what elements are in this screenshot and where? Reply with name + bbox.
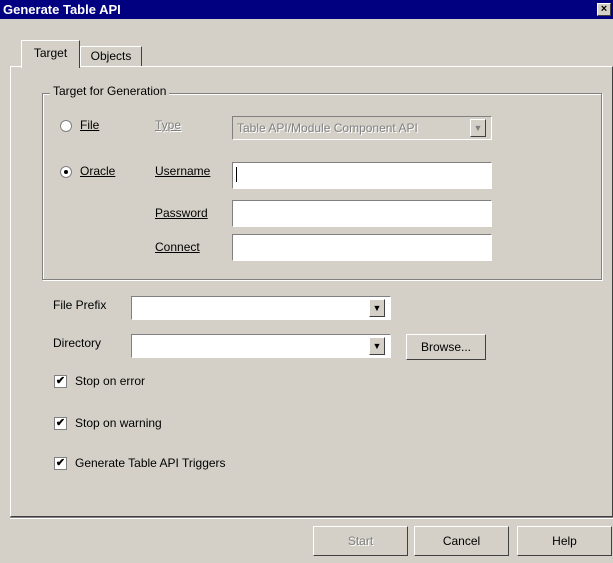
group-legend: Target for Generation (50, 84, 170, 98)
oracle-radio-label[interactable]: Oracle (80, 164, 115, 178)
tab-objects-label: Objects (90, 49, 132, 63)
file-radio-label[interactable]: File (80, 118, 99, 132)
type-dropdown-icon: ▼ (470, 119, 486, 137)
tab-objects[interactable]: Objects (80, 46, 142, 66)
close-icon[interactable]: × (597, 3, 611, 16)
username-label: Username (155, 164, 211, 178)
help-button[interactable]: Help (517, 526, 612, 556)
type-combo: Table API/Module Component API ▼ (232, 116, 492, 140)
file-radio[interactable] (60, 120, 72, 132)
cancel-button[interactable]: Cancel (414, 526, 509, 556)
directory-combo[interactable]: ▼ (131, 334, 391, 358)
connect-field[interactable] (232, 234, 492, 261)
stop-on-error-checkbox[interactable]: ✔ (54, 375, 67, 388)
type-value: Table API/Module Component API (237, 121, 418, 135)
oracle-radio[interactable] (60, 166, 72, 178)
password-label: Password (155, 206, 208, 220)
file-prefix-dropdown-icon[interactable]: ▼ (369, 299, 385, 317)
text-cursor (236, 167, 237, 182)
tab-target[interactable]: Target (21, 40, 80, 68)
password-field[interactable] (232, 200, 492, 227)
directory-dropdown-icon[interactable]: ▼ (369, 337, 385, 355)
stop-on-warning-label[interactable]: Stop on warning (75, 416, 162, 430)
separator (10, 517, 613, 519)
file-prefix-label: File Prefix (53, 298, 107, 312)
connect-label: Connect (155, 240, 200, 254)
directory-label: Directory (53, 336, 102, 350)
browse-button[interactable]: Browse... (406, 334, 486, 360)
stop-on-error-label[interactable]: Stop on error (75, 374, 145, 388)
generate-triggers-checkbox[interactable]: ✔ (54, 457, 67, 470)
stop-on-warning-checkbox[interactable]: ✔ (54, 417, 67, 430)
generate-triggers-label[interactable]: Generate Table API Triggers (75, 456, 226, 470)
username-field[interactable] (232, 162, 492, 189)
tab-target-label: Target (33, 46, 68, 60)
file-prefix-combo[interactable]: ▼ (131, 296, 391, 320)
oracle-radio-dot (64, 170, 68, 174)
type-label: Type (155, 118, 182, 132)
window-title: Generate Table API (3, 2, 121, 17)
start-button[interactable]: Start (313, 526, 408, 556)
